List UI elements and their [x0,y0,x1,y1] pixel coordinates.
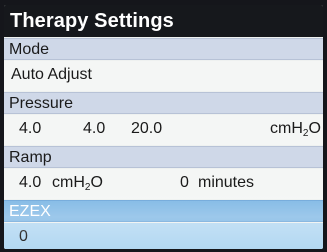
ramp-pressure-unit: cmH2O [52,174,103,193]
ezex-label-row[interactable]: EZEX [4,200,323,222]
mode-label: Mode [9,41,50,58]
pressure-label-row[interactable]: Pressure [4,92,323,114]
ezex-value-row[interactable]: 0 [4,223,323,249]
device-frame: Therapy Settings Mode Auto Adjust Pressu… [0,0,327,252]
mode-value: Auto Adjust [11,66,92,83]
pressure-start-value: 4.0 [83,120,106,137]
ramp-value-row[interactable]: 4.0 cmH2O 0 minutes [4,169,323,199]
ezex-label: EZEX [9,203,51,220]
ramp-time-value: 0 [180,174,189,191]
ramp-label-row[interactable]: Ramp [4,146,323,168]
pressure-label: Pressure [9,95,74,112]
pressure-min-value: 4.0 [19,120,42,137]
ezex-value: 0 [19,228,28,245]
ramp-time-unit: minutes [198,174,255,191]
screen-title: Therapy Settings [4,5,323,37]
pressure-value-row[interactable]: 4.0 4.0 20.0 cmH2O [4,115,323,145]
mode-value-row[interactable]: Auto Adjust [4,61,323,91]
therapy-settings-screen: Therapy Settings Mode Auto Adjust Pressu… [4,5,323,249]
mode-label-row[interactable]: Mode [4,38,323,60]
pressure-unit: cmH2O [270,120,321,139]
ramp-label: Ramp [9,149,52,166]
pressure-max-value: 20.0 [131,120,163,137]
ramp-pressure-value: 4.0 [19,174,42,191]
